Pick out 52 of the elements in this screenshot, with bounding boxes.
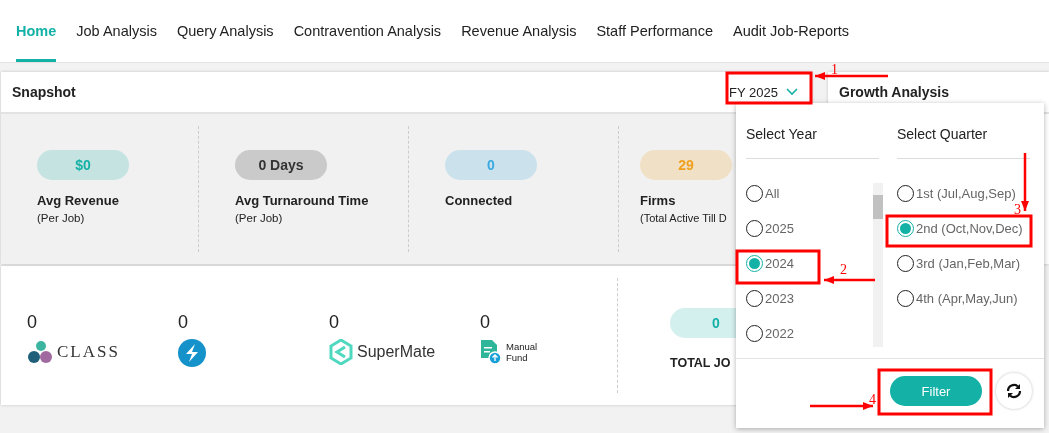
- step-number: 3: [1014, 202, 1021, 217]
- stat-label: Firms: [640, 193, 676, 208]
- stat-value: 29: [640, 150, 732, 180]
- nav-tab[interactable]: Job Analysis: [76, 0, 157, 62]
- column-heading: Select Quarter: [897, 103, 1030, 159]
- source-count: 0: [480, 312, 490, 333]
- stat-label: Connected: [445, 193, 513, 208]
- quarter-option[interactable]: 2nd (Oct,Nov,Dec): [897, 218, 1023, 239]
- scrollbar[interactable]: [873, 183, 883, 347]
- hexagon-logo-icon: [329, 339, 353, 365]
- year-option[interactable]: 2023: [746, 288, 794, 309]
- stat-value: $0: [37, 150, 129, 180]
- rings-logo-icon: [27, 339, 53, 365]
- column-heading: Select Year: [746, 103, 879, 159]
- stat-value: 0 Days: [235, 150, 327, 180]
- logo-text: SuperMate: [357, 343, 436, 361]
- source-count: 0: [27, 312, 37, 333]
- nav-tab[interactable]: Contravention Analysis: [293, 0, 442, 62]
- stat-label: Avg Revenue: [37, 193, 119, 208]
- source-count: 0: [329, 312, 339, 333]
- circle-logo-icon: [178, 339, 206, 367]
- refresh-icon: [1005, 382, 1023, 400]
- stat-sublabel: (Per Job): [37, 212, 85, 224]
- step-number: 1: [831, 62, 838, 77]
- logo-text: CLASS: [57, 342, 120, 362]
- logo-text: Manual Fund: [506, 341, 539, 363]
- stat-value: 0: [445, 150, 537, 180]
- quarter-option[interactable]: 1st (Jul,Aug,Sep): [897, 183, 1016, 204]
- quarter-option[interactable]: 3rd (Jan,Feb,Mar): [897, 253, 1021, 274]
- nav-tab[interactable]: Revenue Analysis: [461, 0, 577, 62]
- refresh-button[interactable]: [996, 373, 1032, 409]
- arrow: [1021, 153, 1029, 211]
- quarter-option[interactable]: 4th (Apr,May,Jun): [897, 288, 1018, 309]
- stat-sublabel: (Total Active Till D: [640, 212, 727, 224]
- stat-label: Avg Turnaround Time: [235, 193, 369, 208]
- document-upload-icon: [480, 339, 502, 365]
- step-number: 4: [869, 392, 876, 407]
- card-title: Snapshot: [12, 84, 76, 100]
- year-option[interactable]: 2024: [746, 253, 794, 274]
- arrow: [810, 402, 873, 410]
- stat-sublabel: (Per Job): [235, 212, 283, 224]
- step-number: 2: [840, 262, 847, 277]
- source-count: 0: [178, 312, 188, 333]
- nav-tab[interactable]: Staff Performance: [596, 0, 713, 62]
- year-option[interactable]: All: [746, 183, 780, 204]
- total-label: TOTAL JO: [670, 356, 731, 370]
- year-option[interactable]: 2025: [746, 218, 794, 239]
- chevron-down-icon: [786, 88, 798, 96]
- nav-tab[interactable]: Query Analysis: [176, 0, 274, 62]
- arrow: [824, 276, 875, 284]
- nav-tab[interactable]: Audit Job-Reports: [733, 0, 850, 62]
- card-title: Growth Analysis: [839, 84, 949, 100]
